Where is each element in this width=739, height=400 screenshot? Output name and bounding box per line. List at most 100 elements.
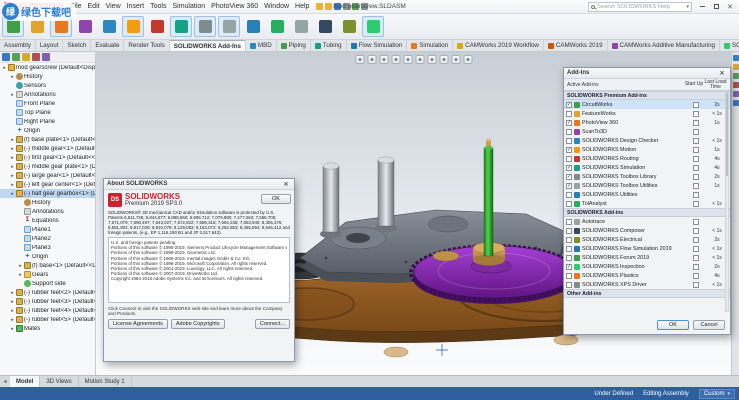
configuration-selector[interactable]: Custom ▾ [698, 388, 735, 399]
active-checkbox[interactable] [566, 191, 572, 198]
active-checkbox[interactable] [566, 155, 572, 162]
startup-checkbox[interactable] [693, 191, 699, 198]
expand-caret-icon[interactable] [10, 182, 15, 188]
addin-row[interactable]: SOLIDWORKS Utilities [564, 190, 730, 199]
active-checkbox[interactable] [566, 101, 572, 108]
menu-item[interactable]: Tools [147, 3, 169, 10]
addin-toggle-button[interactable] [194, 16, 216, 37]
panel-tab-icon[interactable] [42, 53, 50, 61]
startup-checkbox[interactable] [693, 128, 699, 135]
active-checkbox[interactable] [566, 245, 572, 252]
panel-tab-icon[interactable] [12, 53, 20, 61]
addin-row[interactable]: SOLIDWORKS Inspection 2s [564, 262, 730, 271]
active-checkbox[interactable] [566, 110, 572, 117]
addin-toggle-button[interactable] [338, 16, 360, 37]
heads-up-icon[interactable] [415, 55, 424, 64]
active-checkbox[interactable] [566, 182, 572, 189]
menu-item[interactable]: View [103, 3, 124, 10]
addin-toggle-button[interactable] [266, 16, 288, 37]
tree-item[interactable]: History [0, 198, 95, 207]
command-tab[interactable]: SOLIDWORKS Inspection [720, 40, 739, 51]
tree-item[interactable]: Front Plane [0, 99, 95, 108]
expand-caret-icon[interactable] [10, 146, 15, 152]
expand-caret-icon[interactable] [10, 137, 15, 143]
command-tab[interactable]: CAMWorks 2019 [544, 40, 608, 51]
tree-item[interactable]: (-) large gear<1> (Default<<Defa... [0, 171, 95, 180]
expand-caret-icon[interactable] [10, 299, 15, 305]
heads-up-icon[interactable] [403, 55, 412, 64]
addin-row[interactable]: SOLIDWORKS Toolbox Utilities 1s [564, 181, 730, 190]
tree-item[interactable]: Gears [0, 270, 95, 279]
task-pane-icon[interactable] [732, 91, 739, 97]
search-dropdown-icon[interactable]: ▾ [686, 4, 689, 10]
command-tab[interactable]: CAMWorks 2019 Workflow [453, 40, 544, 51]
heads-up-icon[interactable] [463, 55, 472, 64]
tree-item[interactable]: History [0, 72, 95, 81]
active-checkbox[interactable] [566, 200, 572, 207]
command-tab[interactable]: Assembly [0, 40, 36, 51]
tree-item[interactable]: Top Plane [0, 108, 95, 117]
tree-item[interactable]: mod gearscrew (Default<Display State-1>) [0, 63, 95, 72]
scrollbar-thumb[interactable] [726, 93, 728, 176]
addin-row[interactable]: PhotoView 360 1s [564, 118, 730, 127]
addin-toggle-button[interactable] [146, 16, 168, 37]
tree-item[interactable]: (-) half gear gearbox<1> (Defaul... [0, 189, 95, 198]
active-checkbox[interactable] [566, 263, 572, 270]
addin-row[interactable]: SOLIDWORKS Electrical 2s [564, 235, 730, 244]
dialog-title-bar[interactable]: Add-Ins [564, 68, 730, 79]
tree-item[interactable]: (f) base plate<1> (Default<<Default>_... [0, 135, 95, 144]
tree-item[interactable]: Plane3 [0, 243, 95, 252]
command-tab[interactable]: Evaluate [91, 40, 125, 51]
expand-caret-icon[interactable] [10, 164, 15, 170]
expand-caret-icon[interactable] [10, 92, 15, 98]
startup-checkbox[interactable] [693, 155, 699, 162]
menu-item[interactable]: Insert [124, 3, 148, 10]
task-pane-icon[interactable] [732, 100, 739, 106]
menu-item[interactable]: Edit [85, 3, 103, 10]
tree-item[interactable]: Origin [0, 126, 95, 135]
tree-item[interactable]: (f) base<1> (Default<<Default>_... [0, 261, 95, 270]
expand-caret-icon[interactable] [10, 155, 15, 161]
close-icon[interactable] [717, 69, 727, 78]
cancel-button[interactable]: Cancel [693, 320, 725, 330]
command-tab[interactable]: Tubing [311, 40, 347, 51]
tree-item[interactable]: (-) rubber feet<2> (Default<-Defa... [0, 288, 95, 297]
command-tab[interactable]: Layout [36, 40, 64, 51]
addin-row[interactable]: FeatureWorks < 1s [564, 109, 730, 118]
adobe-copyrights-button[interactable]: Adobe Copyrights [170, 319, 225, 330]
minimize-button[interactable] [695, 1, 709, 13]
maximize-button[interactable] [709, 1, 723, 13]
active-checkbox[interactable] [566, 227, 572, 234]
startup-checkbox[interactable] [693, 146, 699, 153]
addin-toggle-button[interactable] [314, 16, 336, 37]
startup-checkbox[interactable] [693, 182, 699, 189]
addin-row[interactable]: SOLIDWORKS Plastics 4s [564, 271, 730, 280]
heads-up-icon[interactable] [391, 55, 400, 64]
ok-button[interactable]: OK [261, 194, 291, 204]
active-checkbox[interactable] [566, 254, 572, 261]
addin-row[interactable]: SOLIDWORKS Toolbox Library 2s [564, 172, 730, 181]
startup-checkbox[interactable] [693, 200, 699, 207]
close-button[interactable]: ✕ [723, 1, 737, 13]
quick-access-icon[interactable] [316, 3, 324, 10]
startup-checkbox[interactable] [693, 164, 699, 171]
tree-item[interactable]: Annotations [0, 90, 95, 99]
command-tab[interactable]: Flow Simulation [347, 40, 408, 51]
expand-caret-icon[interactable] [18, 272, 23, 278]
expand-caret-icon[interactable] [10, 290, 15, 296]
addin-row[interactable]: SOLIDWORKS XPS Driver < 1s [564, 280, 730, 289]
startup-checkbox[interactable] [693, 263, 699, 270]
task-pane-icon[interactable] [732, 55, 739, 61]
panel-tab-icon[interactable] [2, 53, 10, 61]
expand-caret-icon[interactable] [18, 263, 23, 269]
addin-row[interactable]: SOLIDWORKS Routing 4s [564, 154, 730, 163]
heads-up-icon[interactable] [427, 55, 436, 64]
startup-checkbox[interactable] [693, 245, 699, 252]
active-checkbox[interactable] [566, 119, 572, 126]
addin-row[interactable]: CircuitWorks 2s [564, 100, 730, 109]
addin-toggle-button[interactable] [290, 16, 312, 37]
tree-item[interactable]: (-) left gear center<1> (Default... [0, 180, 95, 189]
expand-caret-icon[interactable] [10, 74, 15, 80]
tree-item[interactable]: Support side [0, 279, 95, 288]
addin-toggle-button[interactable] [242, 16, 264, 37]
